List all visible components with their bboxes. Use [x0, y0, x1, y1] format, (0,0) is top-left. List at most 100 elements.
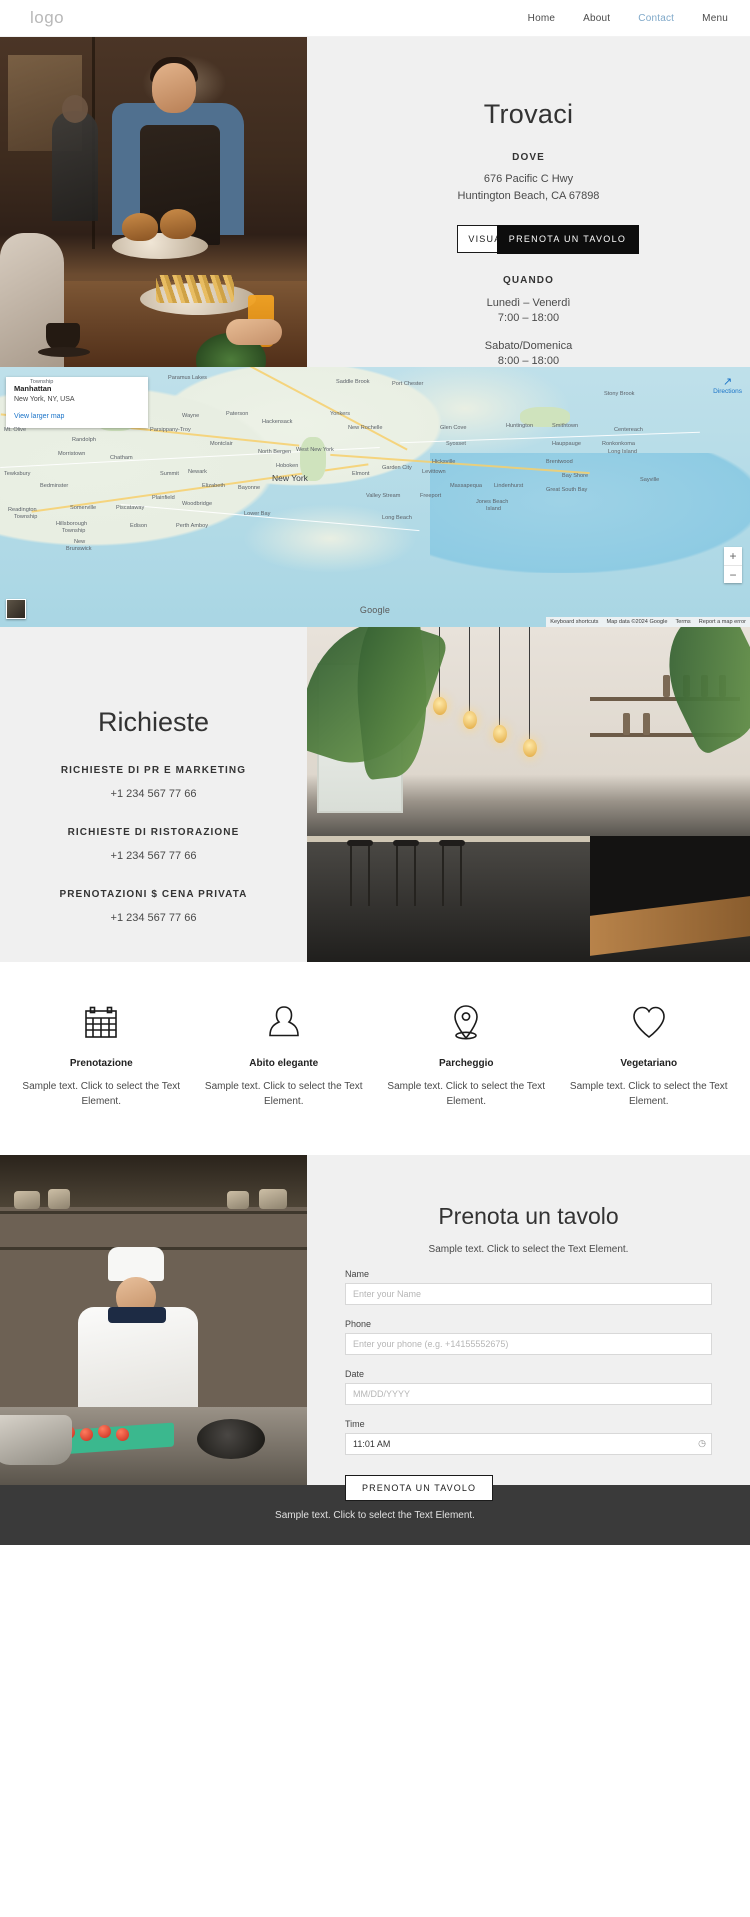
chef-collar [108, 1307, 166, 1323]
bar-stool-leg [414, 846, 416, 906]
request-heading-pr: RICHIESTE DI PR E MARKETING [60, 765, 247, 776]
request-phone-catering[interactable]: +1 234 567 77 66 [18, 850, 289, 862]
feature-title: Abito elegante [249, 1058, 319, 1069]
map-place-label: Hackensack [262, 419, 293, 425]
directions-label: Directions [713, 388, 742, 395]
map-place-label: Paramus Lakes [168, 375, 207, 381]
feature-card-dress-code: Abito elegante Sample text. Click to sel… [193, 1000, 376, 1109]
map-place-label: Hicksville [432, 459, 456, 465]
feature-title: Vegetariano [620, 1058, 678, 1069]
kitchen-pot [259, 1189, 287, 1209]
interior-bottle [663, 675, 670, 697]
calendar-icon [22, 1000, 181, 1044]
interior-bottle [623, 713, 630, 735]
map-place-label: Township [30, 379, 54, 385]
time-input[interactable] [345, 1433, 712, 1455]
map-place-label: Levittown [422, 469, 446, 475]
map-place-label: Stony Brook [604, 391, 635, 397]
photo-hand [226, 319, 282, 345]
map-place-label: Jones Beach [476, 499, 509, 505]
photo-background-patron [52, 111, 98, 221]
map-directions-button[interactable]: ↗ Directions [713, 377, 742, 396]
map-place-label: Bayonne [238, 485, 261, 491]
feature-title: Parcheggio [439, 1058, 494, 1069]
photo-fries [156, 275, 234, 303]
map-place-name: Manhattan [14, 384, 52, 393]
kitchen-shelf [0, 1211, 307, 1214]
map-place-label: Smithtown [552, 423, 579, 429]
hero-section: Trovaci DOVE 676 Pacific C Hwy Huntingto… [0, 37, 750, 367]
map-place-label: Chatham [110, 455, 133, 461]
booking-submit-row: PRENOTA UN TAVOLO [345, 1475, 712, 1501]
nav-item-about[interactable]: About [583, 13, 610, 24]
google-logo: Google [359, 605, 391, 615]
photo-burger-two [160, 209, 196, 239]
opening-hours: Lunedì – Venerdì 7:00 – 18:00 Sabato/Dom… [327, 296, 730, 369]
map-place-label: Bedminster [40, 483, 69, 489]
bar-stool-leg [460, 846, 462, 906]
report-error-link[interactable]: Report a map error [699, 619, 746, 625]
map-place-label: Lindenhurst [494, 483, 524, 489]
map-place-label: Woodbridge [182, 501, 213, 507]
label-name: Name [345, 1269, 370, 1279]
clock-icon[interactable]: ◷ [698, 1438, 706, 1449]
hours-spacer [327, 325, 730, 339]
map-zoom-controls[interactable]: + − [724, 547, 742, 583]
map-place-label: Great South Bay [546, 487, 588, 493]
phone-input[interactable] [345, 1333, 712, 1355]
map-streetview-thumbnail[interactable] [6, 599, 26, 619]
tomato [116, 1428, 129, 1441]
label-date: Date [345, 1369, 365, 1379]
hero-info-panel: Trovaci DOVE 676 Pacific C Hwy Huntingto… [307, 37, 750, 367]
booking-photo-chef [0, 1155, 307, 1485]
hero-button-row: VISUALIZZA LA MAPPA PRENOTA UN TAVOLO [327, 224, 730, 254]
view-larger-map-link[interactable]: View larger map [14, 413, 140, 420]
map-place-label: Sayville [640, 477, 660, 483]
bar-stool-leg [350, 846, 352, 906]
pendant-bulb [523, 739, 537, 757]
feature-text: Sample text. Click to select the Text El… [22, 1081, 181, 1107]
feature-text: Sample text. Click to select the Text El… [387, 1081, 546, 1107]
map-place-label: Morristown [58, 451, 86, 457]
when-label: QUANDO [502, 274, 555, 286]
book-table-button-hero[interactable]: PRENOTA UN TAVOLO [496, 224, 639, 254]
pendant-bulb [463, 711, 477, 729]
kitchen-pot [227, 1191, 249, 1209]
terms-link[interactable]: Terms [676, 619, 691, 625]
nav-item-contact[interactable]: Contact [638, 13, 674, 24]
feature-text: Sample text. Click to select the Text El… [204, 1081, 363, 1107]
google-map[interactable]: Manhattan New York, NY, USA View larger … [0, 367, 750, 627]
nav-item-home[interactable]: Home [528, 13, 555, 24]
map-place-label: Ronkonkoma [602, 441, 635, 447]
map-place-label: Mt. Olive [4, 427, 27, 433]
map-place-label: Parsippany-Troy [150, 427, 191, 433]
map-place-label: Newark [188, 469, 207, 475]
map-place-label: Centereach [614, 427, 643, 433]
chef-hat [108, 1247, 164, 1281]
feature-text: Sample text. Click to select the Text El… [569, 1081, 728, 1107]
field-date: Date [345, 1369, 712, 1405]
map-place-label: New Rochelle [348, 425, 383, 431]
map-place-label: Piscataway [116, 505, 145, 511]
map-place-label: Lower Bay [244, 511, 271, 517]
keyboard-shortcuts-link[interactable]: Keyboard shortcuts [550, 619, 598, 625]
date-input[interactable] [345, 1383, 712, 1405]
weekend-days: Sabato/Domenica [484, 340, 573, 353]
map-place-label: Hillsborough [56, 521, 88, 527]
book-table-submit-button[interactable]: PRENOTA UN TAVOLO [345, 1475, 494, 1501]
name-input[interactable] [345, 1283, 712, 1305]
map-place-label: Massapequa [450, 483, 483, 489]
footer-text: Sample text. Click to select the Text El… [275, 1509, 475, 1521]
pendant-wire [469, 627, 470, 711]
nav-item-menu[interactable]: Menu [702, 13, 728, 24]
zoom-in-button[interactable]: + [724, 547, 742, 565]
zoom-out-button[interactable]: − [724, 565, 742, 583]
kitchen-pot [14, 1191, 40, 1209]
feature-card-vegetarian: Vegetariano Sample text. Click to select… [558, 1000, 741, 1109]
request-phone-pr[interactable]: +1 234 567 77 66 [18, 788, 289, 800]
map-place-label: Perth Amboy [176, 523, 209, 529]
request-phone-private-dining[interactable]: +1 234 567 77 66 [18, 912, 289, 924]
interior-bottle [643, 713, 650, 735]
site-logo[interactable]: logo [30, 8, 64, 28]
bar-stool-leg [442, 846, 444, 906]
